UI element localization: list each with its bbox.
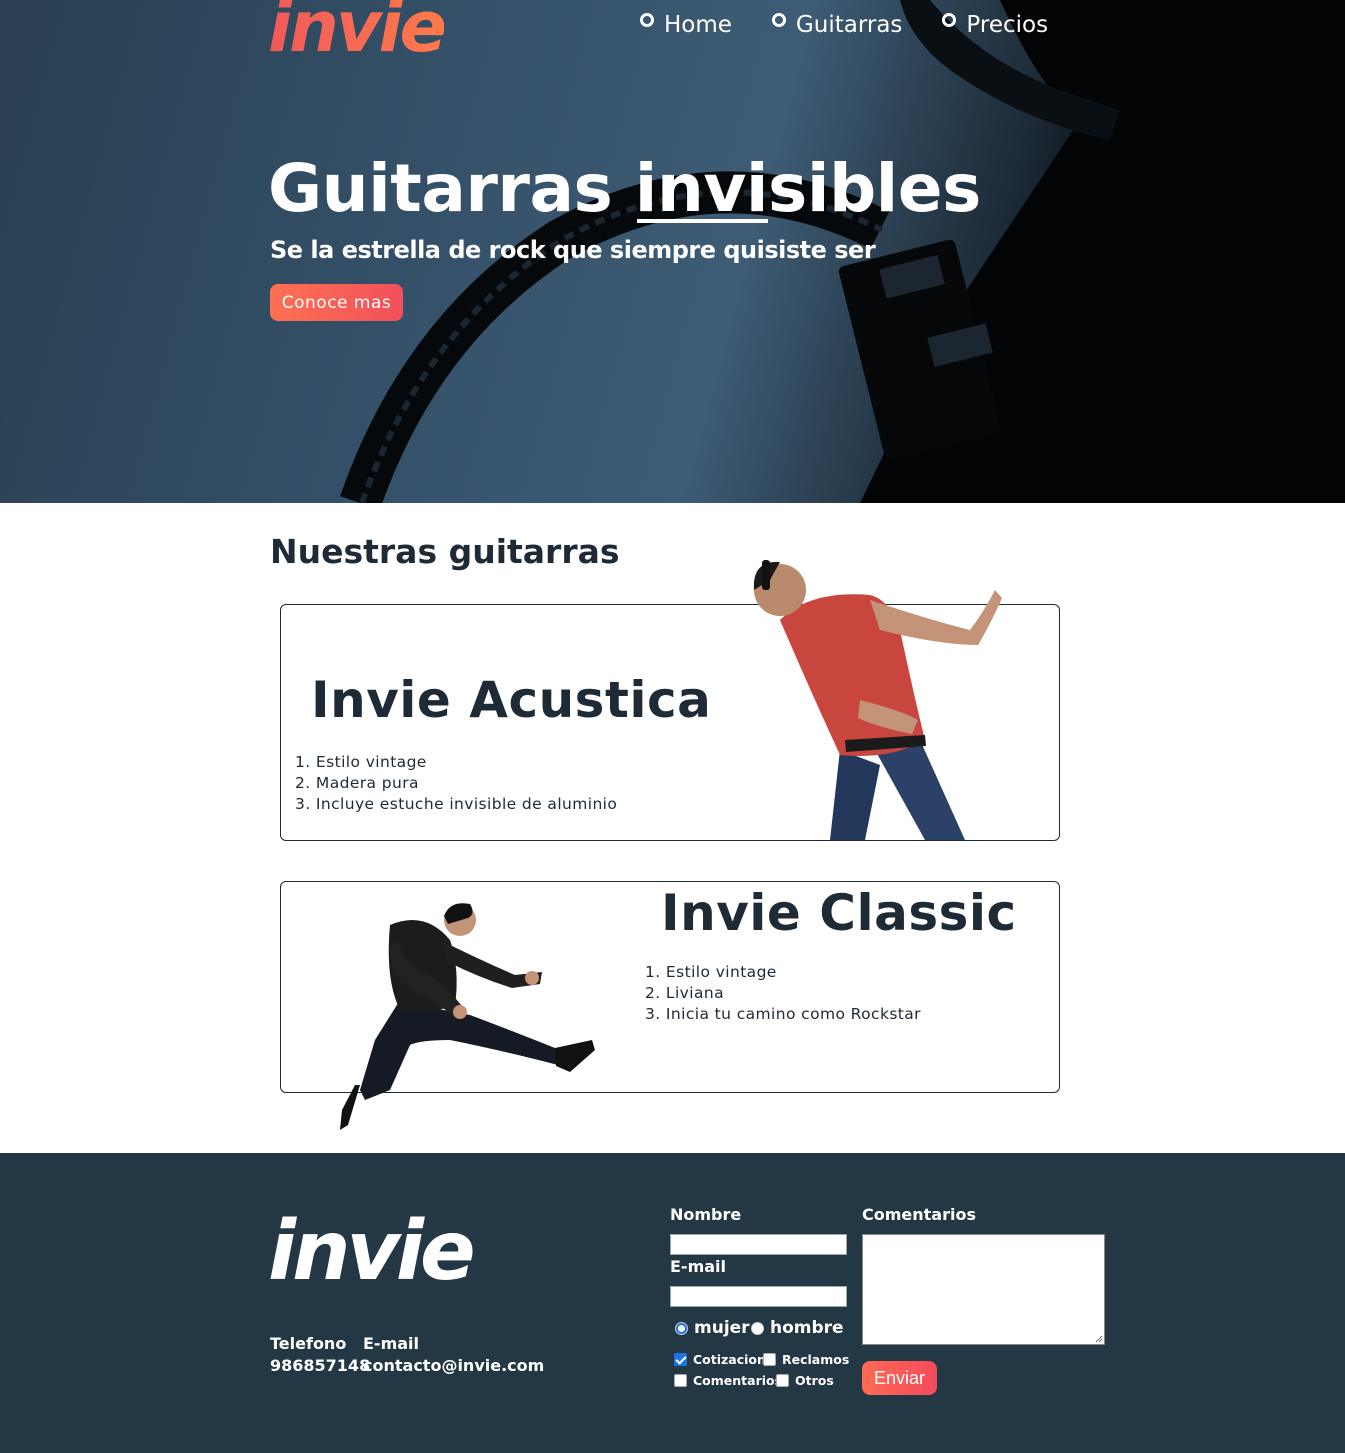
email-input[interactable]: [670, 1286, 847, 1307]
email-block: E-mail contacto@invie.com: [363, 1333, 544, 1377]
checkbox-comentarios[interactable]: Comentarios: [674, 1373, 782, 1388]
footer: invie Telefono 986857148 E-mail contacto…: [0, 1153, 1345, 1453]
checkbox-icon: [674, 1374, 687, 1387]
resize-handle-icon[interactable]: [1094, 1334, 1103, 1343]
enviar-button[interactable]: Enviar: [862, 1361, 937, 1395]
circle-bullet-icon: [942, 13, 957, 27]
feature-list: 1. Estilo vintage 2. Madera pura 3. Incl…: [295, 752, 617, 815]
list-item: 3. Inicia tu camino como Rockstar: [645, 1005, 921, 1023]
radio-circle-icon: [675, 1321, 688, 1335]
nav-label: Home: [664, 12, 732, 38]
list-item: 1. Estilo vintage: [295, 753, 427, 771]
radio-circle-icon: [751, 1321, 764, 1335]
hero-title-part1: Guitarras: [268, 150, 635, 227]
invie-logo-footer: invie: [268, 1204, 476, 1299]
checkbox-label: Reclamos: [782, 1352, 850, 1367]
phone-value: 986857148: [270, 1356, 371, 1375]
circle-bullet-icon: [771, 13, 786, 27]
circle-bullet-icon: [640, 13, 654, 27]
checkbox-label: Otros: [795, 1373, 834, 1388]
comentarios-textarea[interactable]: [862, 1234, 1105, 1345]
checkbox-label: Cotizacion: [693, 1352, 766, 1367]
nav-item-home[interactable]: Home: [640, 12, 732, 38]
section-title: Nuestras guitarras: [270, 532, 620, 571]
list-item: 1. Estilo vintage: [645, 963, 777, 981]
hero-title-part2: sibles: [768, 150, 981, 227]
conoce-mas-button[interactable]: Conoce mas: [270, 284, 403, 321]
radio-mujer[interactable]: mujer: [675, 1318, 750, 1338]
rocker-jumping-image: [340, 903, 595, 1130]
nav-item-precios[interactable]: Precios: [942, 12, 1048, 38]
nav-label: Precios: [966, 12, 1049, 38]
nombre-label: Nombre: [670, 1205, 742, 1224]
phone-label: Telefono: [270, 1334, 347, 1353]
hero-subtitle: Se la estrella de rock que siempre quisi…: [270, 236, 876, 264]
email-label: E-mail: [363, 1334, 420, 1353]
card-title: Invie Acustica: [311, 671, 712, 729]
hero-section: invie Home Guitarras Precios Guitarras i…: [0, 0, 1345, 503]
list-item: 2. Liviana: [645, 984, 724, 1002]
checkbox-cotizacion[interactable]: Cotizacion: [674, 1352, 766, 1367]
list-item: 2. Madera pura: [295, 774, 419, 792]
nav-label: Guitarras: [795, 12, 903, 38]
main-nav: Home Guitarras Precios: [640, 12, 1048, 38]
email-value[interactable]: contacto@invie.com: [363, 1355, 544, 1377]
radio-hombre[interactable]: hombre: [751, 1318, 844, 1338]
hero-title-underlined: invi: [634, 150, 769, 227]
rocker-red-shirt-image: [753, 560, 1002, 840]
checkbox-otros[interactable]: Otros: [776, 1373, 834, 1388]
nav-item-guitarras[interactable]: Guitarras: [771, 12, 903, 38]
invie-logo[interactable]: invie: [268, 0, 447, 62]
feature-list: 1. Estilo vintage 2. Liviana 3. Inicia t…: [645, 962, 921, 1025]
email-field-label: E-mail: [670, 1257, 727, 1276]
radio-label: hombre: [770, 1318, 844, 1338]
checkbox-reclamos[interactable]: Reclamos: [763, 1352, 849, 1367]
phone-block: Telefono 986857148: [270, 1333, 370, 1377]
radio-label: mujer: [694, 1318, 750, 1338]
hero-title: Guitarras invisibles: [268, 150, 981, 227]
checkbox-icon: [674, 1353, 687, 1366]
card-title: Invie Classic: [661, 884, 1017, 942]
comentarios-label: Comentarios: [862, 1205, 976, 1224]
list-item: 3. Incluye estuche invisible de aluminio: [295, 795, 618, 813]
checkbox-icon: [776, 1374, 789, 1387]
checkbox-icon: [763, 1353, 776, 1366]
checkbox-label: Comentarios: [693, 1373, 783, 1388]
nombre-input[interactable]: [670, 1234, 847, 1255]
